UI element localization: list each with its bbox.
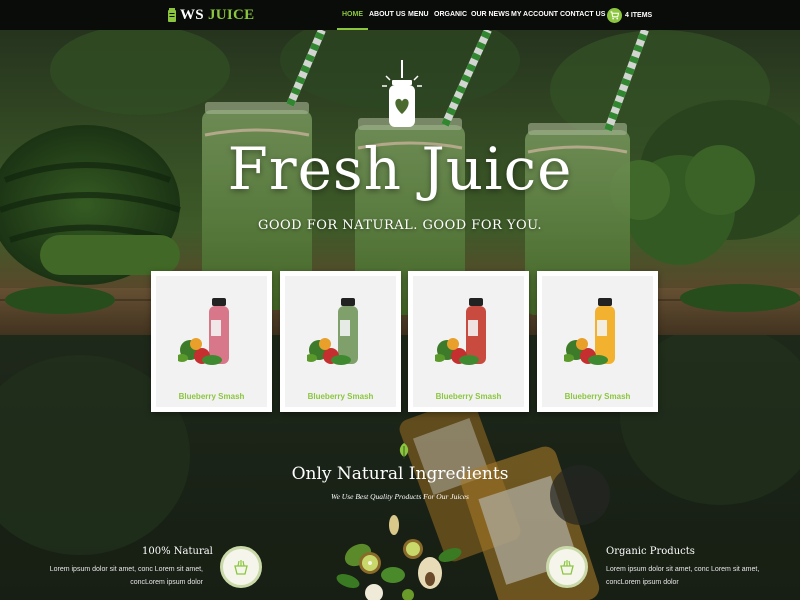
- feature-text-line: concLorem ipsum dolor: [606, 579, 679, 586]
- site-logo[interactable]: WS JUICE: [168, 5, 254, 25]
- basket-icon: [560, 560, 574, 575]
- product-name[interactable]: Blueberry Smash: [413, 392, 524, 401]
- cart-button[interactable]: 4 ITEMS: [607, 8, 652, 23]
- product-cards: Blueberry Smash Blueberry Smash Blueberr…: [0, 270, 800, 415]
- product-name[interactable]: Blueberry Smash: [285, 392, 396, 401]
- product-bottle-image: [178, 298, 229, 365]
- feature-text-line: Lorem ipsum dolor sit amet, conc Lorem s…: [606, 566, 760, 573]
- product-card[interactable]: Blueberry Smash: [151, 271, 272, 412]
- juice-glass-icon: [168, 8, 176, 22]
- feature-title-organic: Organic Products: [606, 546, 695, 557]
- product-bottle-image: [435, 298, 486, 365]
- product-card-inner: Blueberry Smash: [285, 276, 396, 407]
- feature-text-line: concLorem ipsum dolor: [130, 579, 203, 586]
- nav-contact-us[interactable]: CONTACT US: [555, 0, 610, 30]
- feature-title-natural: 100% Natural: [142, 546, 213, 557]
- product-card[interactable]: Blueberry Smash: [280, 271, 401, 412]
- feature-text-line: Lorem ipsum dolor sit amet, conc Lorem s…: [49, 566, 203, 573]
- product-card-inner: Blueberry Smash: [542, 276, 653, 407]
- product-card-inner: Blueberry Smash: [156, 276, 267, 407]
- leaf-icon: [399, 443, 409, 459]
- product-name[interactable]: Blueberry Smash: [156, 392, 267, 401]
- product-card[interactable]: Blueberry Smash: [408, 271, 529, 412]
- basket-icon: [234, 560, 248, 575]
- product-name[interactable]: Blueberry Smash: [542, 392, 653, 401]
- feature-text-natural: Lorem ipsum dolor sit amet, conc Lorem s…: [28, 563, 203, 589]
- logo-ws-text: WS: [180, 6, 204, 23]
- cart-count-label: 4 ITEMS: [625, 12, 653, 19]
- feature-text-organic: Lorem ipsum dolor sit amet, conc Lorem s…: [606, 563, 781, 589]
- ingredients-title: Only Natural Ingredients: [291, 464, 509, 484]
- product-card[interactable]: Blueberry Smash: [537, 271, 658, 412]
- feature-icon-natural: [220, 546, 262, 588]
- product-bottle-image: [564, 298, 615, 365]
- juice-jar-heart-icon: [382, 60, 422, 127]
- logo-juice-text: JUICE: [207, 6, 255, 23]
- product-bottle-image: [307, 298, 358, 365]
- top-navbar: WS JUICE HOME ABOUT US MENU ORGANIC OUR …: [0, 0, 800, 30]
- ingredients-subtitle: We Use Best Quality Products For Our Jui…: [331, 492, 469, 501]
- fruits-illustration: [336, 515, 462, 600]
- feature-icon-organic: [546, 546, 588, 588]
- hero-title: Fresh Juice: [227, 135, 573, 203]
- cart-icon: [607, 8, 622, 23]
- hero-subtitle: GOOD FOR NATURAL. GOOD FOR YOU.: [257, 218, 543, 233]
- product-card-inner: Blueberry Smash: [413, 276, 524, 407]
